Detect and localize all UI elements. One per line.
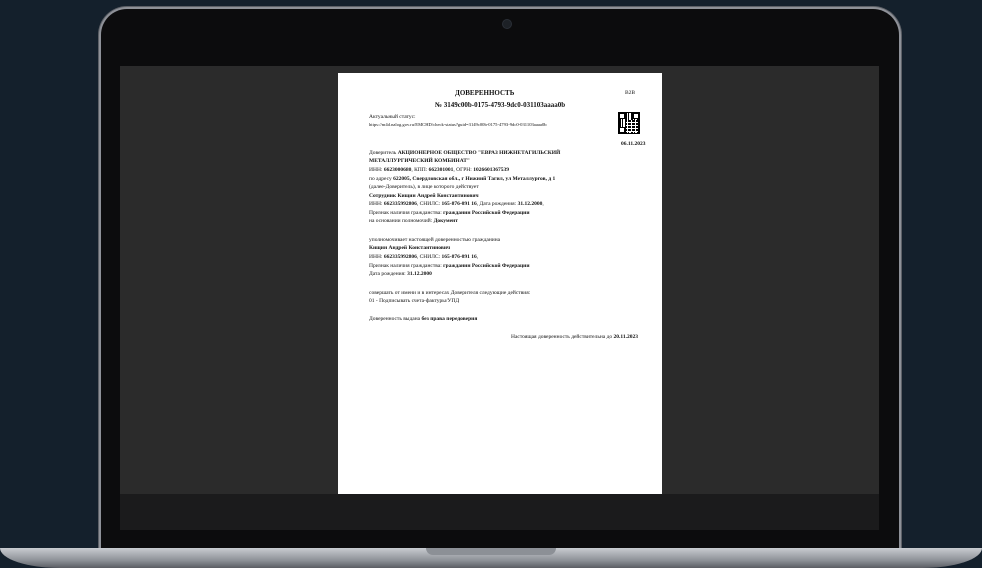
citizen-label: Признак наличия гражданства: bbox=[369, 210, 442, 216]
citizen-value: гражданин Российской Федерации bbox=[443, 210, 530, 216]
status-link[interactable]: https://m4d.nalog.gov.ru/EMCHD/check-sta… bbox=[369, 121, 547, 130]
acting-line: (далее-Доверитель), в лице которого дейс… bbox=[369, 184, 479, 190]
rep-citizen-label: Признак наличия гражданства: bbox=[369, 263, 442, 269]
valid-until: 20.11.2023 bbox=[613, 334, 638, 340]
representative-ids: ИНН: 662335992806, СНИЛС: 165-876-091 16… bbox=[369, 254, 479, 260]
rep-snils-value: 165-876-091 16 bbox=[441, 254, 477, 260]
ogrn-value: 1026601367539 bbox=[473, 167, 509, 173]
document-number: № 3149c00b-0175-4793-9dc0-031103aaaa0b bbox=[435, 101, 566, 109]
basis-label: на основании полномочий: bbox=[369, 218, 433, 224]
document-date: 06.11.2023 bbox=[621, 141, 646, 147]
camera-icon bbox=[502, 19, 512, 29]
emp-birth-value: 31.12.2000 bbox=[517, 201, 543, 207]
inn-value: 6623000680 bbox=[383, 167, 412, 173]
ogrn-label: , ОГРН: bbox=[453, 167, 472, 173]
emp-inn-value: 662335992806 bbox=[383, 201, 417, 207]
validity-line: Настоящая доверенность действительна до … bbox=[511, 333, 638, 342]
principal-prefix: Доверитель bbox=[369, 150, 397, 156]
emp-birth-label: , Дата рождения: bbox=[476, 201, 517, 207]
representative-name: Кищин Андрей Константинович bbox=[369, 245, 451, 251]
address-prefix: по адресу bbox=[369, 176, 392, 182]
principal-name: АКЦИОНЕРНОЕ ОБЩЕСТВО "ЕВРАЗ НИЖНЕТАГИЛЬС… bbox=[397, 150, 561, 156]
laptop-notch bbox=[426, 548, 556, 555]
address-value: 622005, Свердловская обл., г Нижний Таги… bbox=[393, 176, 556, 182]
action-item: 01 - Подписывать счета-фактуры/УПД bbox=[369, 298, 460, 304]
b2b-badge: B2B bbox=[625, 90, 636, 96]
kpp-label: , КПП: bbox=[411, 167, 428, 173]
employee-ids: ИНН: 662335992806, СНИЛС: 165-876-091 16… bbox=[369, 201, 544, 207]
rep-birth-value: 31.12.2000 bbox=[407, 271, 432, 277]
document-page: ДОВЕРЕННОСТЬ B2B № 3149c00b-0175-4793-9d… bbox=[338, 73, 662, 494]
principal-ids: ИНН: 6623000680, КПП: 662301001, ОГРН: 1… bbox=[369, 166, 509, 175]
rep-birth-label: Дата рождения: bbox=[369, 271, 406, 277]
screen-bottom-bezel bbox=[120, 494, 879, 530]
basis-line: на основании полномочий: Документ bbox=[369, 217, 458, 226]
issued-value: без права передоверия bbox=[421, 316, 478, 322]
kpp-value: 662301001 bbox=[428, 167, 454, 173]
qr-code bbox=[618, 112, 640, 134]
emp-inn-label: ИНН: bbox=[369, 201, 383, 207]
principal-name-2: МЕТАЛЛУРГИЧЕСКИЙ КОМБИНАТ" bbox=[369, 158, 470, 164]
rep-citizen-value: гражданин Российской Федерации bbox=[443, 263, 530, 269]
issued-line: Доверенность выдана без права передовери… bbox=[369, 315, 477, 324]
valid-label: Настоящая доверенность действительна до bbox=[511, 334, 613, 340]
issued-label: Доверенность выдана bbox=[369, 316, 421, 322]
basis-value: Документ bbox=[433, 218, 458, 224]
rep-inn-label: ИНН: bbox=[369, 254, 383, 260]
document-title: ДОВЕРЕННОСТЬ bbox=[455, 89, 515, 97]
rep-inn-value: 662335992806 bbox=[383, 254, 417, 260]
emp-snils-value: 165-876-091 16 bbox=[441, 201, 477, 207]
inn-label: ИНН: bbox=[369, 167, 383, 173]
rep-snils-label: , СНИЛС: bbox=[416, 254, 441, 260]
emp-snils-label: , СНИЛС: bbox=[416, 201, 441, 207]
representative-birth: Дата рождения: 31.12.2000 bbox=[369, 270, 432, 279]
